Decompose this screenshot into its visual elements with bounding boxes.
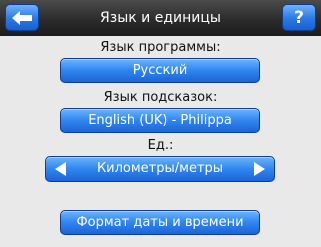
program-language-button[interactable]: Русский (60, 58, 260, 83)
header-bar: Язык и единицы ? (0, 0, 321, 36)
voice-language-button[interactable]: English (UK) - Philippa (60, 108, 260, 133)
program-language-label: Язык программы: (100, 40, 221, 55)
page-title: Язык и единицы (100, 10, 221, 26)
right-arrow-icon[interactable] (254, 162, 265, 176)
date-time-format-button[interactable]: Формат даты и времени (60, 210, 260, 235)
back-arrow-icon (12, 10, 32, 25)
units-label: Ед.: (147, 138, 174, 153)
help-button[interactable]: ? (282, 4, 316, 31)
left-arrow-icon[interactable] (55, 162, 66, 176)
units-value: Километры/метры (96, 161, 224, 176)
units-selector: Километры/метры (45, 156, 275, 182)
back-button[interactable] (5, 4, 39, 31)
voice-language-label: Язык подсказок: (103, 90, 218, 105)
